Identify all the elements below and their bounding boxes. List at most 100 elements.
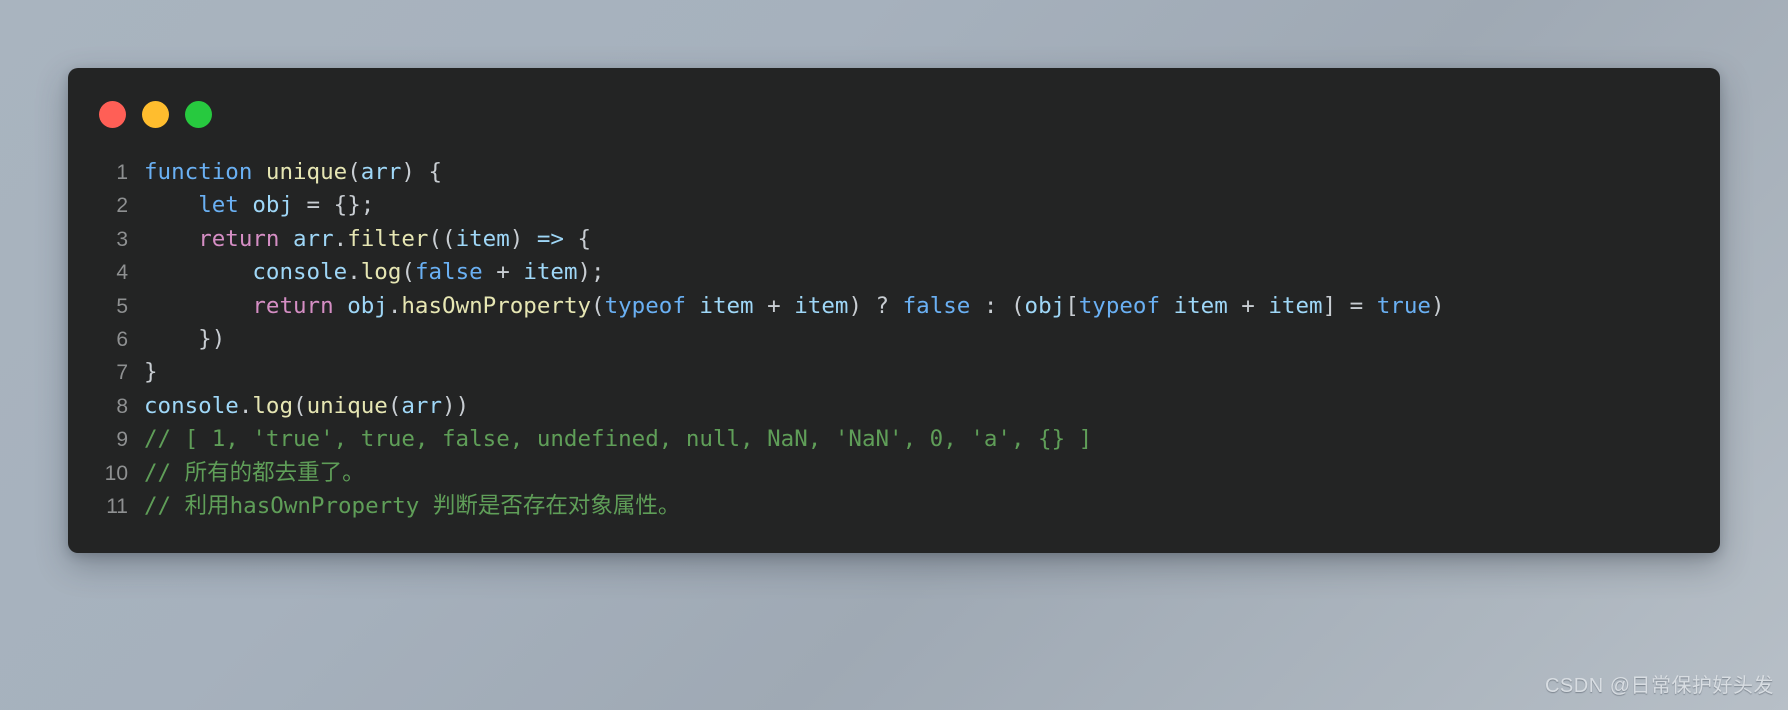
line-content[interactable]: return obj.hasOwnProperty(typeof item + …	[144, 290, 1720, 323]
code-token: .	[238, 392, 253, 419]
code-token: console	[144, 392, 239, 419]
code-snippet-window: 1 function unique(arr) { 2 let obj = {};…	[68, 68, 1720, 553]
code-token: (	[401, 259, 415, 286]
code-token: obj	[347, 292, 388, 319]
code-token: ((	[428, 225, 456, 252]
line-content[interactable]: // [ 1, 'true', true, false, undefined, …	[144, 423, 1720, 456]
minimize-window-button[interactable]	[142, 101, 169, 128]
line-content[interactable]: console.log(unique(arr))	[144, 390, 1720, 423]
code-token: hasOwnProperty	[401, 292, 592, 319]
line-number: 6	[116, 327, 128, 351]
code-token: (	[347, 159, 361, 185]
code-token: false	[414, 259, 483, 286]
line-number: 8	[116, 394, 128, 418]
code-token: obj	[252, 192, 294, 219]
code-token: }	[144, 359, 158, 386]
code-token: // 所有的都去重了。	[144, 459, 365, 486]
code-line: 7 }	[68, 356, 1720, 389]
code-token: filter	[347, 225, 429, 252]
line-content[interactable]: return arr.filter((item) => {	[144, 223, 1720, 256]
code-token: ))	[442, 392, 470, 419]
code-token: log	[360, 259, 402, 286]
code-line: 10 // 所有的都去重了。	[68, 457, 1720, 490]
line-number: 11	[106, 494, 128, 518]
code-token: item	[699, 292, 754, 319]
code-line: 4 console.log(false + item);	[68, 256, 1720, 289]
code-line: 3 return arr.filter((item) => {	[68, 223, 1720, 256]
line-content[interactable]: function unique(arr) {	[144, 156, 1720, 189]
code-token: })	[144, 325, 226, 352]
line-number: 3	[116, 227, 128, 251]
line-number: 5	[116, 294, 128, 318]
code-token: return	[198, 225, 280, 252]
code-token: : (	[970, 292, 1025, 319]
code-token: function	[144, 159, 253, 185]
code-line: 9 // [ 1, 'true', true, false, undefined…	[68, 423, 1720, 456]
window-controls	[99, 101, 212, 128]
code-token: +	[753, 292, 795, 319]
code-editor[interactable]: 1 function unique(arr) { 2 let obj = {};…	[68, 156, 1720, 523]
line-number: 2	[116, 194, 128, 218]
close-window-button[interactable]	[99, 101, 126, 128]
code-token: ] =	[1322, 292, 1377, 319]
code-token: item	[455, 225, 510, 252]
line-number: 1	[116, 161, 128, 184]
code-token: ) ?	[848, 292, 903, 319]
code-token: // 利用hasOwnProperty 判断是否存在对象属性。	[144, 492, 681, 519]
code-token: .	[333, 225, 348, 252]
code-token: ) {	[401, 159, 443, 185]
code-token: unique	[265, 159, 348, 185]
code-token: .	[347, 259, 361, 286]
line-content[interactable]: // 利用hasOwnProperty 判断是否存在对象属性。	[144, 490, 1720, 523]
maximize-window-button[interactable]	[185, 101, 212, 128]
code-line: 5 return obj.hasOwnProperty(typeof item …	[68, 290, 1720, 323]
code-token: (	[591, 292, 605, 319]
code-token: // [ 1, 'true', true, false, undefined, …	[144, 426, 1093, 453]
code-token: +	[482, 259, 524, 286]
code-token: {	[563, 225, 592, 252]
code-token: +	[1227, 292, 1269, 319]
code-line: 8 console.log(unique(arr))	[68, 390, 1720, 423]
code-token: arr	[401, 392, 443, 419]
code-token: false	[902, 292, 971, 319]
code-token: item	[523, 259, 578, 286]
line-number: 10	[104, 461, 128, 485]
code-token: typeof	[604, 292, 686, 319]
line-content[interactable]: }	[144, 356, 1720, 389]
code-line: 2 let obj = {};	[68, 189, 1720, 222]
code-token: [	[1065, 292, 1079, 319]
line-content[interactable]: // 所有的都去重了。	[144, 457, 1720, 490]
code-token: (	[387, 392, 402, 419]
code-token: let	[198, 192, 239, 219]
code-token: )	[509, 225, 537, 252]
line-number: 7	[116, 361, 128, 385]
line-number: 4	[116, 261, 128, 285]
code-token: arr	[360, 159, 402, 185]
code-token: arr	[293, 225, 334, 252]
code-token: console	[252, 259, 348, 286]
line-content[interactable]: let obj = {};	[144, 189, 1720, 222]
code-token: (	[293, 392, 307, 419]
code-token: );	[577, 259, 605, 286]
code-line: 1 function unique(arr) {	[68, 156, 1720, 189]
code-token: )	[1430, 292, 1445, 319]
code-token: obj	[1024, 292, 1066, 319]
code-token: log	[252, 392, 294, 419]
line-content[interactable]: })	[144, 323, 1720, 356]
code-token: item	[1173, 292, 1228, 319]
code-line: 6 })	[68, 323, 1720, 356]
code-token: item	[1268, 292, 1323, 319]
code-token: unique	[306, 392, 388, 419]
line-content[interactable]: console.log(false + item);	[144, 256, 1720, 289]
code-token: typeof	[1078, 292, 1161, 319]
code-token: item	[794, 292, 849, 319]
code-line: 11 // 利用hasOwnProperty 判断是否存在对象属性。	[68, 490, 1720, 523]
